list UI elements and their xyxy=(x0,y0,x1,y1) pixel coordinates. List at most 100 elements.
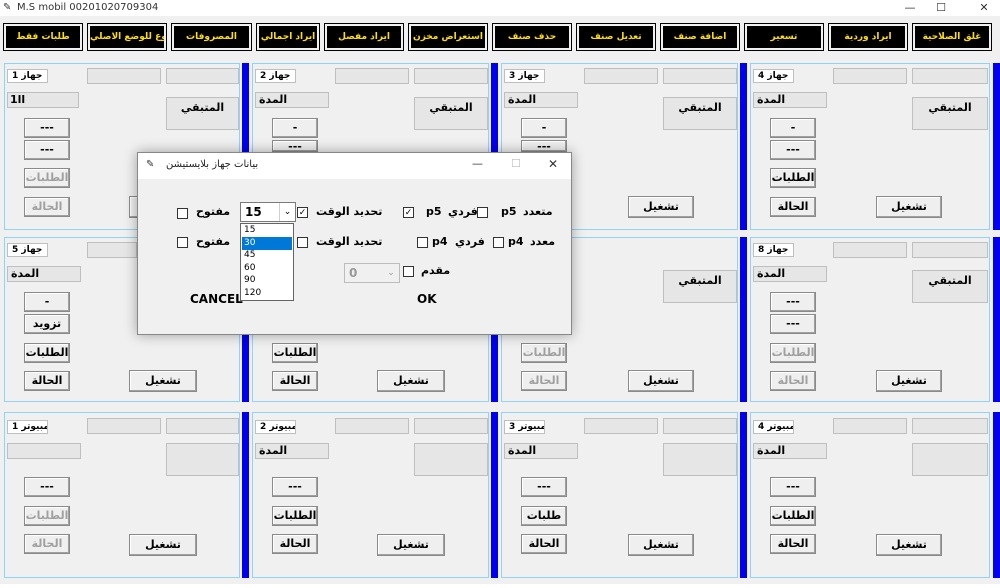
panel-divider xyxy=(740,412,747,578)
run-button[interactable]: تشغيل xyxy=(628,534,694,556)
orders-button[interactable]: الطلبات xyxy=(24,168,70,188)
status-button[interactable]: الحالة xyxy=(272,371,318,391)
open-checkbox-2[interactable] xyxy=(177,237,188,248)
status-button[interactable]: الحالة xyxy=(24,197,70,217)
field xyxy=(912,242,988,258)
toolbar-orders-only-button[interactable]: طلبات فقط xyxy=(3,23,83,51)
field xyxy=(912,68,988,84)
dashes-button[interactable]: --- xyxy=(521,140,567,153)
run-button[interactable]: تشغيل xyxy=(876,370,942,392)
toolbar-close-permission-button[interactable]: غلق الصلاحية xyxy=(912,23,992,51)
run-button[interactable]: تشغيل xyxy=(628,196,694,218)
panel-divider xyxy=(993,412,1000,578)
orders-button[interactable]: الطلبات xyxy=(770,506,816,526)
toolbar-view-stock-button[interactable]: استعراض مخزن xyxy=(408,23,488,51)
dashes-button[interactable]: --- xyxy=(770,477,816,497)
status-button[interactable]: الحالة xyxy=(770,371,816,391)
p5-multi-checkbox[interactable] xyxy=(477,207,488,218)
dashes-button[interactable]: --- xyxy=(272,140,318,153)
dashes-button[interactable]: --- xyxy=(770,314,816,334)
computer-name-4: كمبيوتر 4 xyxy=(753,420,794,434)
orders-button[interactable]: الطلبات xyxy=(272,506,318,526)
time-option[interactable]: 90 xyxy=(242,274,292,287)
supply-button[interactable]: تزويد xyxy=(24,314,70,334)
dialog-maximize-button[interactable]: ☐ xyxy=(511,157,521,170)
orders-button[interactable]: الطلبات xyxy=(521,343,567,363)
status-button[interactable]: الحالة xyxy=(521,371,567,391)
ok-button[interactable]: OK xyxy=(417,292,437,306)
computer-name-3: كمبيوتر 3 xyxy=(504,420,545,434)
field xyxy=(584,68,658,84)
cancel-button[interactable]: CANCEL xyxy=(190,292,243,306)
chevron-down-icon: ⌄ xyxy=(279,203,295,221)
dashes-button[interactable]: --- xyxy=(24,477,70,497)
run-button[interactable]: تشغيل xyxy=(876,196,942,218)
toolbar-total-revenue-button[interactable]: ايراد اجمالي xyxy=(256,23,320,51)
minus-button[interactable]: - xyxy=(272,118,318,138)
minus-button[interactable]: - xyxy=(24,292,70,312)
status-button[interactable]: الحالة xyxy=(24,534,70,554)
set-time-checkbox-2[interactable] xyxy=(297,237,308,248)
dashes-button[interactable]: --- xyxy=(770,292,816,312)
toolbar-delete-item-button[interactable]: حذف صنف xyxy=(492,23,572,51)
remaining-field: المتبقي xyxy=(663,270,737,303)
dialog-minimize-button[interactable]: — xyxy=(472,157,483,170)
run-button[interactable]: تشغيل xyxy=(129,534,197,556)
dashes-button[interactable]: --- xyxy=(24,118,70,138)
orders-button[interactable]: الطلبات xyxy=(24,506,70,526)
time-select[interactable]: 15 ⌄ xyxy=(240,202,296,222)
run-button[interactable]: تشغيل xyxy=(377,534,445,556)
status-button[interactable]: الحالة xyxy=(272,534,318,554)
status-button[interactable]: الحالة xyxy=(770,534,816,554)
toolbar-pricing-button[interactable]: تسعير xyxy=(744,23,824,51)
dashes-button[interactable]: --- xyxy=(272,477,318,497)
advance-checkbox[interactable] xyxy=(403,266,414,277)
minimize-button[interactable]: — xyxy=(895,0,925,16)
toolbar-shift-revenue-button[interactable]: ايراد وردية xyxy=(828,23,908,51)
minus-button[interactable]: - xyxy=(521,118,567,138)
status-button[interactable]: الحالة xyxy=(24,371,70,391)
dashes-button[interactable]: --- xyxy=(521,477,567,497)
remaining-field: المتبقي xyxy=(912,97,988,130)
dashes-button[interactable]: --- xyxy=(770,140,816,160)
run-button[interactable]: تشغيل xyxy=(876,534,942,556)
orders-button[interactable]: الطلبات xyxy=(770,168,816,188)
p4-single-checkbox[interactable] xyxy=(417,237,428,248)
remaining-field: المتبقي xyxy=(414,97,488,130)
toolbar-detailed-revenue-button[interactable]: ايراد مفصل xyxy=(324,23,404,51)
toolbar-reset-button[interactable]: رجوع للوضع الاصلي xyxy=(87,23,167,51)
p5-single-checkbox[interactable]: ✓ xyxy=(403,207,414,218)
toolbar-expenses-button[interactable]: المصروفات xyxy=(171,23,252,51)
maximize-button[interactable]: ☐ xyxy=(926,0,956,16)
remaining-field: المتبقي xyxy=(166,97,239,130)
toolbar-add-item-button[interactable]: اضافة صنف xyxy=(660,23,740,51)
dialog-close-button[interactable]: ✕ xyxy=(548,157,558,171)
set-time-checkbox[interactable]: ✓ xyxy=(297,207,308,218)
field xyxy=(833,242,907,258)
computer-name-2: كمبيوتر 2 xyxy=(255,420,296,434)
duration-field: المدة xyxy=(255,92,329,108)
orders-button[interactable]: الطلبات xyxy=(770,343,816,363)
orders-button[interactable]: طلبات xyxy=(521,506,567,526)
toolbar-edit-item-button[interactable]: تعديل صنف xyxy=(576,23,656,51)
open-checkbox[interactable] xyxy=(177,208,188,219)
field xyxy=(663,418,737,434)
orders-button[interactable]: الطلبات xyxy=(272,343,318,363)
field xyxy=(663,443,737,476)
run-button[interactable]: تشغيل xyxy=(628,370,694,392)
run-button[interactable]: تشغيل xyxy=(129,370,197,392)
minus-button[interactable]: - xyxy=(770,118,816,138)
field xyxy=(166,68,239,84)
time-option[interactable]: 15 xyxy=(242,224,292,237)
status-button[interactable]: الحالة xyxy=(770,197,816,217)
time-option[interactable]: 45 xyxy=(242,249,292,262)
run-button[interactable]: تشغيل xyxy=(377,370,445,392)
status-button[interactable]: الحالة xyxy=(521,534,567,554)
close-button[interactable]: ✕ xyxy=(969,0,999,16)
advance-select[interactable]: 0 ⌄ xyxy=(344,263,400,283)
p5-label: p5 xyxy=(426,205,442,218)
dashes-button[interactable]: --- xyxy=(24,140,70,160)
orders-button[interactable]: الطلبات xyxy=(24,343,70,363)
p4-multi-checkbox[interactable] xyxy=(493,237,504,248)
time-option[interactable]: 120 xyxy=(242,287,292,300)
